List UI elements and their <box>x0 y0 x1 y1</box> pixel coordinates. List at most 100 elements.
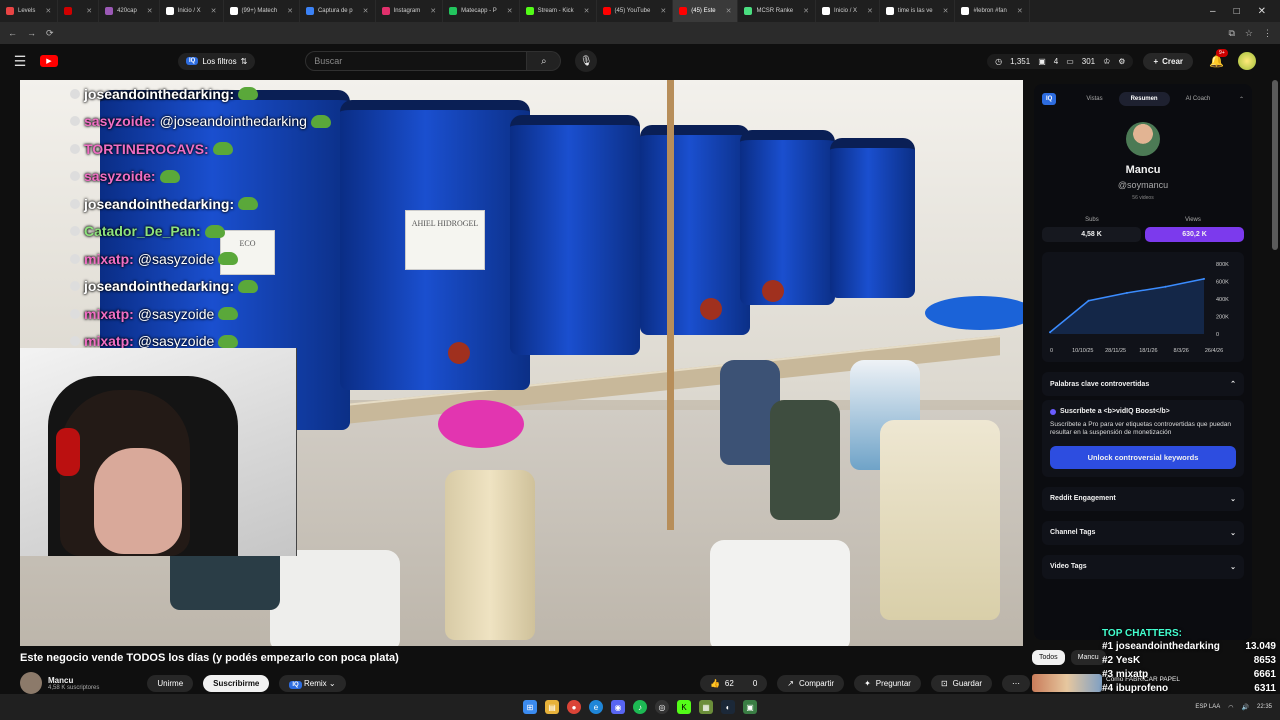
extension-icon[interactable]: ⧉ <box>1228 28 1234 39</box>
chrome-icon[interactable]: ● <box>567 700 581 714</box>
share-button[interactable]: ↗ Compartir <box>777 674 845 692</box>
section-channel-tags[interactable]: Channel Tags ⌄ <box>1042 520 1244 545</box>
section-video-tags[interactable]: Video Tags ⌄ <box>1042 554 1244 579</box>
search-button[interactable]: ⌕ <box>527 51 562 71</box>
notifications-button[interactable]: 🔔 9+ <box>1209 49 1228 68</box>
stat-a: 1,351 <box>1010 56 1031 66</box>
windows-start-icon[interactable]: ⊞ <box>523 700 537 714</box>
discord-icon[interactable]: ◉ <box>611 700 625 714</box>
video-player[interactable]: AHIEL HIDROGEL ECO joseandointhedarking:… <box>20 80 1023 646</box>
browser-tab[interactable]: Matecapp - P ✕ <box>443 0 520 22</box>
reload-icon[interactable]: ⟳ <box>46 28 54 39</box>
tab-resumen[interactable]: Resumen <box>1118 92 1170 106</box>
close-window-icon[interactable]: ✕ <box>1258 6 1266 17</box>
close-tab-icon[interactable]: ✕ <box>726 7 732 15</box>
close-tab-icon[interactable]: ✕ <box>1017 7 1023 15</box>
wifi-icon[interactable]: ◠ <box>1228 704 1233 711</box>
user-avatar[interactable] <box>1238 52 1256 70</box>
browser-tab[interactable]: time is las ve ✕ <box>880 0 956 22</box>
browser-tab[interactable]: Levels ✕ <box>0 0 59 22</box>
subs-value[interactable]: 4,58 K <box>1042 227 1141 242</box>
browser-tab[interactable]: Inicio / X ✕ <box>160 0 224 22</box>
save-button[interactable]: ⊡ Guardar <box>930 674 992 692</box>
browser-tab-strip: Levels ✕ ✕ 420cap ✕ Inicio / X ✕ (99+) Matech ✕ C… <box>0 0 1280 22</box>
page-scrollbar[interactable] <box>1272 80 1278 250</box>
close-tab-icon[interactable]: ✕ <box>803 7 809 15</box>
file-explorer-icon[interactable]: ▤ <box>545 700 559 714</box>
close-tab-icon[interactable]: ✕ <box>86 7 92 15</box>
browser-tab[interactable]: (45) Este ✕ <box>673 0 739 22</box>
close-tab-icon[interactable]: ✕ <box>584 7 590 15</box>
maximize-icon[interactable]: □ <box>1234 6 1240 17</box>
kick-icon[interactable]: K <box>677 700 691 714</box>
close-tab-icon[interactable]: ✕ <box>943 7 949 15</box>
hamburger-menu-icon[interactable]: ☰ <box>0 53 40 70</box>
volume-icon[interactable]: 🔊 <box>1242 704 1249 711</box>
close-tab-icon[interactable]: ✕ <box>430 7 436 15</box>
forward-icon[interactable]: → <box>27 28 36 38</box>
close-tab-icon[interactable]: ✕ <box>507 7 513 15</box>
chevron-up-icon[interactable]: ⌃ <box>1239 96 1244 103</box>
channel-avatar[interactable] <box>20 672 42 694</box>
close-tab-icon[interactable]: ✕ <box>867 7 873 15</box>
tab-ai-coach[interactable]: AI Coach <box>1174 92 1223 106</box>
remix-button[interactable]: IQ Remix ⌄ <box>279 674 346 692</box>
top-chatter-username: YesK <box>1115 655 1141 666</box>
join-button[interactable]: Unirme <box>147 674 194 692</box>
filter-all[interactable]: Todos <box>1032 650 1065 665</box>
filter-channel[interactable]: Mancu <box>1070 650 1106 665</box>
browser-tab[interactable]: Stream - Kick ✕ <box>520 0 597 22</box>
browser-tab[interactable]: #lebron #fan ✕ <box>955 0 1030 22</box>
like-dislike-button[interactable]: 👍 62 0 <box>699 674 768 692</box>
close-tab-icon[interactable]: ✕ <box>363 7 369 15</box>
search-icon: ⌕ <box>540 55 547 67</box>
steam-icon[interactable]: ◐ <box>721 700 735 714</box>
back-icon[interactable]: ← <box>8 28 17 38</box>
chat-username: mixatp: <box>84 305 134 322</box>
section-reddit-engagement[interactable]: Reddit Engagement ⌄ <box>1042 486 1244 511</box>
create-button[interactable]: + Crear <box>1143 52 1194 70</box>
controversial-keywords-header[interactable]: Palabras clave controvertidas ⌃ <box>1042 372 1244 396</box>
panel-channel-handle: @soymancu <box>1117 180 1169 190</box>
chat-badge-icon <box>70 226 80 237</box>
spotify-icon[interactable]: ♪ <box>633 700 647 714</box>
minimize-icon[interactable]: – <box>1210 6 1216 17</box>
ask-button[interactable]: ✦ Preguntar <box>854 674 921 692</box>
language-indicator[interactable]: ESP LAA <box>1195 704 1220 710</box>
close-tab-icon[interactable]: ✕ <box>287 7 293 15</box>
browser-tab[interactable]: Captura de p ✕ <box>300 0 376 22</box>
search-input[interactable]: Buscar <box>305 51 528 71</box>
close-tab-icon[interactable]: ✕ <box>660 7 666 15</box>
browser-tab[interactable]: Instagram ✕ <box>376 0 444 22</box>
browser-tab[interactable]: (45) YouTube ✕ <box>597 0 674 22</box>
menu-dots-icon[interactable]: ⋮ <box>1263 28 1272 39</box>
browser-tab[interactable]: ✕ <box>58 0 100 22</box>
voice-search-button[interactable]: 🎙 <box>575 50 598 72</box>
browser-tab[interactable]: 420cap ✕ <box>99 0 160 22</box>
app-icon[interactable]: ▣ <box>743 700 757 714</box>
vidiq-stats-bar[interactable]: ◷ 1,351 ▣ 4 ▭ 301 ♔ ⚙ <box>987 53 1134 69</box>
more-actions-button[interactable]: ⋯ <box>1002 674 1030 692</box>
browser-tab[interactable]: Inicio / X ✕ <box>816 0 880 22</box>
views-value[interactable]: 630,2 K <box>1145 227 1244 242</box>
y-tick-label: 800K <box>1216 262 1229 268</box>
browser-tab[interactable]: MCSR Ranke ✕ <box>738 0 817 22</box>
filters-button[interactable]: IQ Los filtros ⇅ <box>178 52 256 70</box>
browser-tab[interactable]: (99+) Matech ✕ <box>224 0 300 22</box>
y-tick-label: 400K <box>1216 297 1229 303</box>
close-tab-icon[interactable]: ✕ <box>211 7 217 15</box>
subscribe-button[interactable]: Suscribirme <box>203 674 270 692</box>
close-tab-icon[interactable]: ✕ <box>147 7 153 15</box>
edge-icon[interactable]: e <box>589 700 603 714</box>
channel-name[interactable]: Mancu <box>48 676 99 685</box>
unlock-keywords-button[interactable]: Unlock controversial keywords <box>1050 445 1236 469</box>
tab-label: (45) YouTube <box>614 8 651 14</box>
close-tab-icon[interactable]: ✕ <box>45 7 51 15</box>
bookmark-star-icon[interactable]: ☆ <box>1245 28 1253 39</box>
minecraft-icon[interactable]: ▦ <box>699 700 713 714</box>
clock[interactable]: 22:35 <box>1257 704 1272 710</box>
youtube-logo[interactable]: ▶ <box>40 55 58 67</box>
obs-icon[interactable]: ◎ <box>655 700 669 714</box>
tab-vistas[interactable]: Vistas <box>1074 92 1114 106</box>
related-video-thumbnail[interactable] <box>1032 674 1102 692</box>
